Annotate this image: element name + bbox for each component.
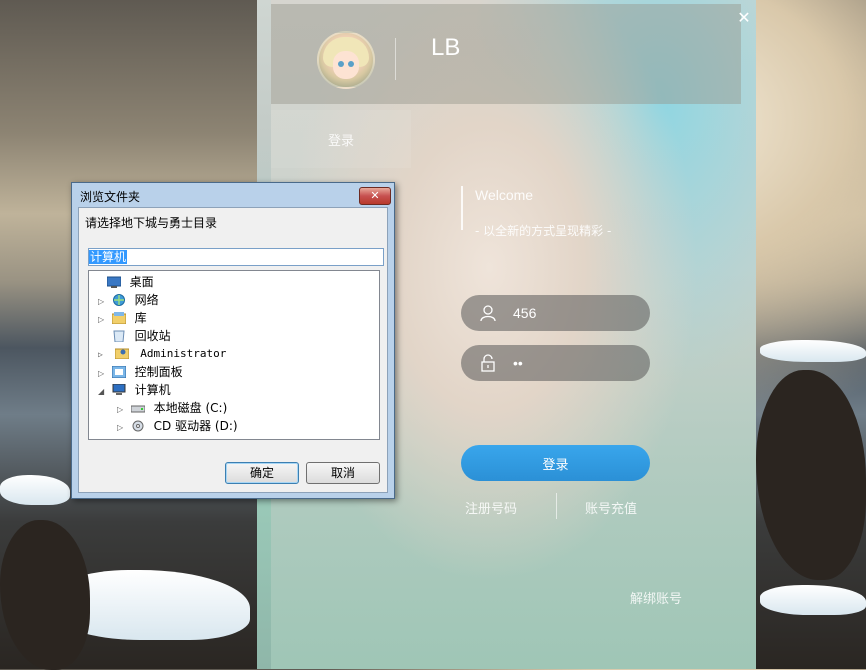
tree-item-label: Administrator bbox=[140, 347, 227, 360]
cancel-button[interactable]: 取消 bbox=[306, 462, 380, 484]
rock bbox=[0, 520, 90, 670]
control-panel-icon bbox=[111, 366, 126, 378]
header-divider bbox=[395, 38, 396, 80]
expand-arrow: ▷ bbox=[98, 315, 105, 324]
expand-arrow: ▷ bbox=[98, 297, 105, 306]
desktop-icon bbox=[106, 276, 121, 288]
links-divider bbox=[556, 493, 557, 519]
tree-item-network[interactable]: ▷ 网络 bbox=[98, 292, 159, 308]
avatar-eye bbox=[338, 61, 344, 67]
tree-item-label: 库 bbox=[134, 311, 147, 325]
welcome-accent-bar bbox=[461, 186, 463, 230]
computer-icon bbox=[112, 384, 126, 395]
user-icon bbox=[480, 305, 496, 322]
tree-item-desktop[interactable]: 桌面 bbox=[93, 274, 154, 290]
tree-item-drive-c[interactable]: ▷ 本地磁盘 (C:) bbox=[117, 400, 227, 416]
password-value: •• bbox=[513, 355, 523, 371]
username-value: 456 bbox=[513, 305, 537, 321]
dialog-title: 浏览文件夹 bbox=[80, 190, 141, 204]
folder-path-value: 计算机 bbox=[89, 250, 128, 264]
close-icon[interactable]: ✕ bbox=[736, 10, 752, 26]
profile-header: LB bbox=[271, 4, 741, 104]
tree-item-recycle-bin[interactable]: 回收站 bbox=[98, 328, 171, 344]
expand-arrow: ▷ bbox=[117, 423, 124, 432]
tab-login-label[interactable]: 登录 bbox=[328, 130, 354, 149]
expand-arrow: ▷ bbox=[98, 369, 105, 378]
register-link[interactable]: 注册号码 bbox=[465, 498, 517, 517]
avatar-face bbox=[333, 51, 359, 79]
drive-icon bbox=[130, 405, 145, 413]
tree-item-library[interactable]: ▷ 库 bbox=[98, 310, 147, 326]
dialog-close-button[interactable]: ✕ bbox=[359, 187, 391, 205]
expand-arrow: ▷ bbox=[117, 405, 124, 414]
unbind-link[interactable]: 解绑账号 bbox=[630, 588, 682, 607]
ice-floe bbox=[0, 475, 70, 505]
collapse-arrow: ◢ bbox=[98, 387, 105, 396]
tree-item-label: 桌面 bbox=[129, 275, 154, 289]
ok-button[interactable]: 确定 bbox=[225, 462, 299, 484]
user-folder-icon bbox=[114, 348, 129, 359]
ice-floe bbox=[760, 340, 866, 362]
dialog-body: 请选择地下城与勇士目录 计算机 桌面 ▷ 网络 ▷ 库 回收站 ▷ Admini… bbox=[78, 207, 388, 493]
folder-tree[interactable]: 桌面 ▷ 网络 ▷ 库 回收站 ▷ Administrator ▷ 控制面板 ◢… bbox=[88, 270, 380, 440]
tree-item-label: CD 驱动器 (D:) bbox=[153, 419, 238, 433]
library-icon bbox=[111, 312, 126, 324]
welcome-title: Welcome bbox=[475, 187, 534, 203]
folder-path-field[interactable]: 计算机 bbox=[88, 248, 384, 266]
dialog-instruction: 请选择地下城与勇士目录 bbox=[85, 216, 218, 230]
tree-item-label: 控制面板 bbox=[134, 365, 183, 379]
browse-folder-dialog: 浏览文件夹 ✕ 请选择地下城与勇士目录 计算机 桌面 ▷ 网络 ▷ 库 回收站 … bbox=[71, 182, 395, 499]
cd-drive-icon bbox=[132, 420, 144, 432]
tree-item-administrator[interactable]: ▷ Administrator bbox=[98, 346, 226, 362]
lock-icon bbox=[481, 354, 495, 372]
tree-item-label: 回收站 bbox=[134, 329, 171, 343]
recycle-bin-icon bbox=[113, 330, 125, 342]
login-button[interactable]: 登录 bbox=[461, 445, 650, 481]
tree-item-computer[interactable]: ◢ 计算机 bbox=[98, 382, 171, 398]
tree-item-label: 本地磁盘 (C:) bbox=[153, 401, 228, 415]
tree-item-control-panel[interactable]: ▷ 控制面板 bbox=[98, 364, 183, 380]
recharge-link[interactable]: 账号充值 bbox=[585, 498, 637, 517]
welcome-subtitle: - 以全新的方式呈现精彩 - bbox=[475, 224, 612, 238]
avatar[interactable] bbox=[317, 31, 375, 89]
tree-item-label: 网络 bbox=[134, 293, 159, 307]
username-field[interactable]: 456 bbox=[461, 295, 650, 331]
network-icon bbox=[112, 294, 125, 306]
username-display: LB bbox=[431, 34, 461, 61]
rock bbox=[756, 370, 866, 580]
expand-arrow: ▷ bbox=[98, 350, 103, 359]
tree-item-drive-d[interactable]: ▷ CD 驱动器 (D:) bbox=[117, 418, 238, 434]
tree-item-label: 计算机 bbox=[134, 383, 171, 397]
ice-floe bbox=[760, 585, 866, 615]
password-field[interactable]: •• bbox=[461, 345, 650, 381]
avatar-eye bbox=[348, 61, 354, 67]
